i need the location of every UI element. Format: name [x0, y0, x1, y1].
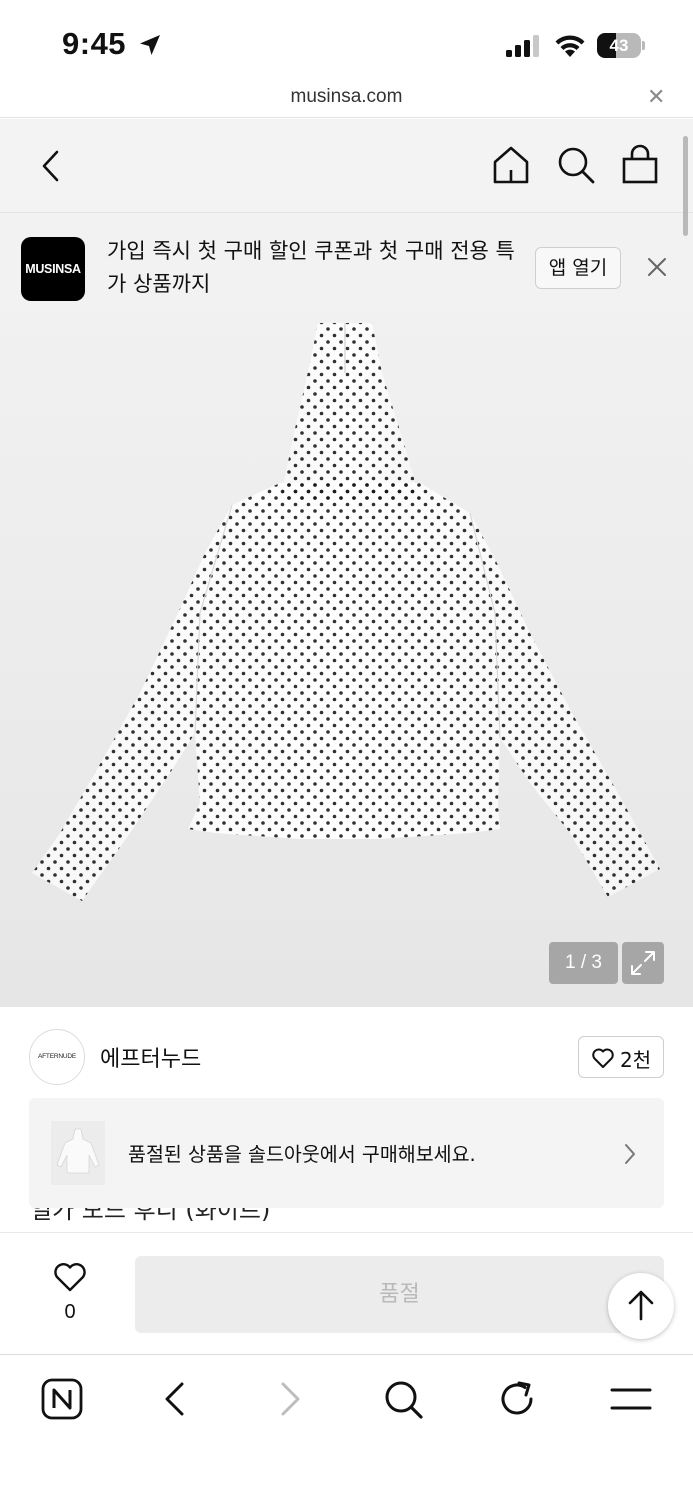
url-bar[interactable]: musinsa.com ✕: [0, 86, 693, 118]
soldout-banner-text: 품절된 상품을 솔드아웃에서 구매해보세요.: [128, 1143, 476, 1166]
purchase-bar: 0 품절: [0, 1232, 693, 1354]
search-icon[interactable]: [555, 144, 597, 186]
bag-icon[interactable]: [619, 144, 661, 186]
brand-like-button[interactable]: 2천: [578, 1036, 664, 1078]
back-icon[interactable]: [36, 146, 66, 186]
brand-like-count: 2천: [620, 1048, 652, 1072]
soldout-banner[interactable]: 품절된 상품을 솔드아웃에서 구매해보세요.: [29, 1098, 664, 1208]
app-header: [0, 119, 693, 213]
heart-icon[interactable]: [52, 1261, 88, 1293]
signal-icon: [506, 35, 539, 57]
heart-icon: [592, 1048, 614, 1068]
naver-icon[interactable]: [40, 1377, 84, 1421]
menu-icon[interactable]: [609, 1377, 653, 1421]
chevron-right-icon[interactable]: [268, 1377, 312, 1421]
home-icon[interactable]: [490, 144, 532, 186]
soldout-product-thumbnail: [51, 1121, 105, 1185]
chevron-right-icon: [625, 1144, 635, 1164]
browser-toolbar: [0, 1354, 693, 1500]
musinsa-logo: MUSINSA: [21, 237, 85, 301]
battery-indicator: 43: [597, 33, 645, 58]
hoodie-photo: [32, 323, 660, 901]
close-icon[interactable]: [645, 255, 669, 279]
open-app-button[interactable]: 앱 열기: [535, 247, 621, 289]
status-bar: 9:45 43: [0, 0, 693, 86]
arrow-up-icon[interactable]: [608, 1273, 674, 1339]
product-image[interactable]: 1 / 3: [0, 313, 693, 1007]
app-promo-banner: MUSINSA 가입 즉시 첫 구매 할인 쿠폰과 첫 구매 전용 특가 상품까…: [0, 213, 693, 313]
location-icon: [140, 35, 160, 55]
battery-level: 43: [609, 36, 629, 55]
wifi-icon: [555, 35, 585, 57]
image-page-counter: 1 / 3: [549, 942, 618, 984]
soldout-button[interactable]: 품절: [135, 1256, 664, 1333]
brand-row: AFTERNUDE 에프터누드 2천: [0, 1007, 693, 1099]
chevron-left-icon[interactable]: [153, 1377, 197, 1421]
refresh-icon[interactable]: [495, 1377, 539, 1421]
close-icon[interactable]: ✕: [647, 87, 665, 109]
promo-message: 가입 즉시 첫 구매 할인 쿠폰과 첫 구매 전용 특가 상품까지: [107, 239, 515, 296]
status-time: 9:45: [62, 26, 127, 61]
brand-name[interactable]: 에프터누드: [100, 1041, 201, 1073]
expand-icon[interactable]: [622, 942, 664, 984]
brand-avatar[interactable]: AFTERNUDE: [29, 1029, 85, 1085]
search-icon[interactable]: [381, 1377, 425, 1421]
url-text[interactable]: musinsa.com: [0, 86, 693, 108]
wish-count: 0: [64, 1301, 76, 1323]
page-scrollbar[interactable]: [683, 136, 688, 236]
